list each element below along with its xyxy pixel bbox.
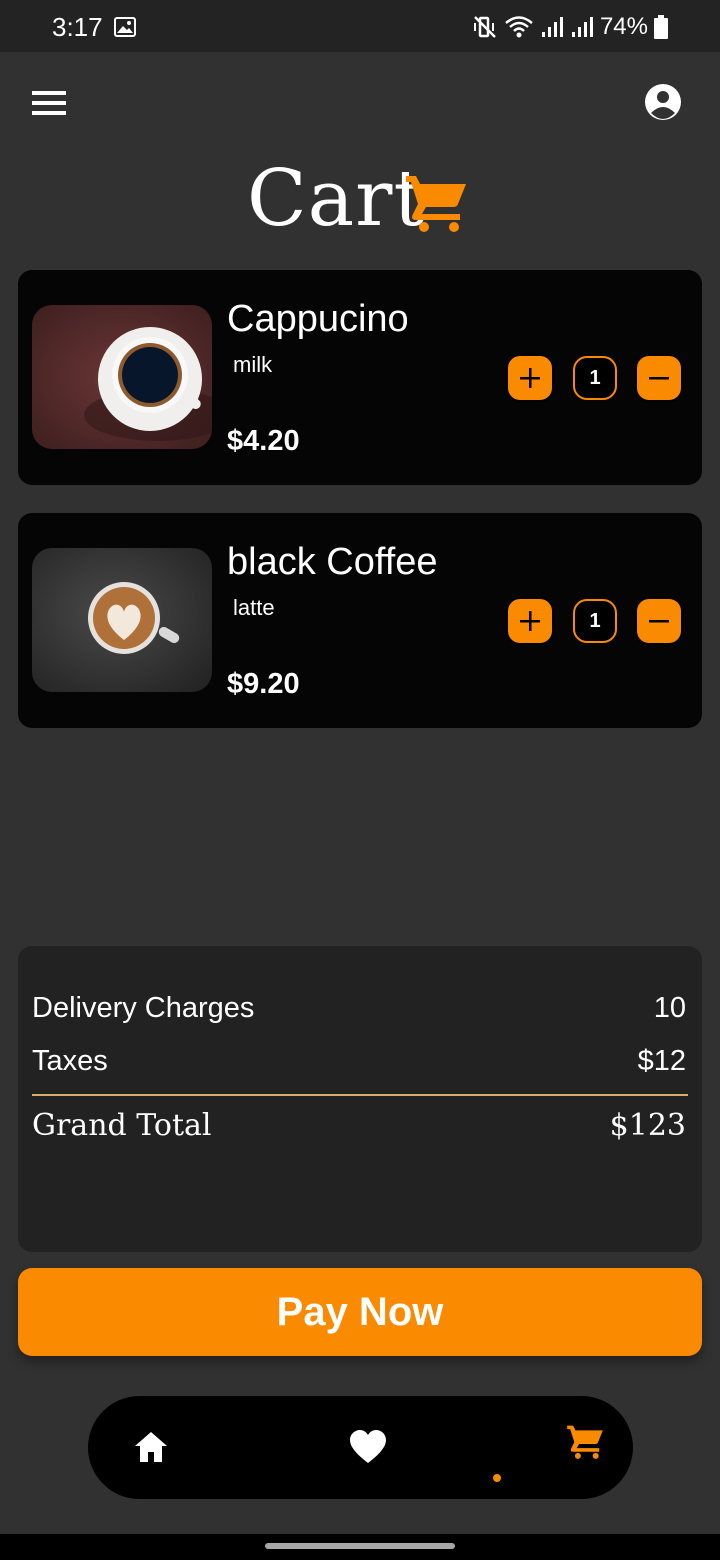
grand-total-row: Grand Total $123 (32, 1108, 686, 1143)
summary-divider (32, 1094, 688, 1096)
item-name: black Coffee (227, 541, 438, 583)
taxes-value: $12 (637, 1045, 686, 1077)
item-name: Cappucino (227, 298, 409, 340)
grand-total-label: Grand Total (32, 1108, 212, 1143)
quantity-value: 1 (573, 356, 617, 400)
quantity-value: 1 (573, 599, 617, 643)
mute-vibrate-icon (473, 16, 496, 38)
grand-total-value: $123 (609, 1108, 686, 1143)
battery-icon (654, 15, 668, 39)
heart-icon (350, 1430, 386, 1463)
delivery-charges-row: Delivery Charges 10 (32, 992, 686, 1025)
nav-favorites[interactable] (343, 1422, 393, 1472)
plus-icon (520, 611, 540, 631)
cart-item: black Coffee latte $9.20 1 (18, 513, 702, 728)
taxes-label: Taxes (32, 1045, 108, 1077)
order-summary: Delivery Charges 10 Taxes $12 Grand Tota… (18, 946, 702, 1252)
wifi-icon (505, 16, 533, 38)
battery-percentage: 74% (599, 13, 648, 40)
item-subtitle: latte (233, 595, 275, 620)
page-title: Cart (247, 154, 426, 244)
decrease-quantity-button[interactable] (635, 597, 683, 645)
signal-icon-2 (571, 17, 593, 37)
image-icon (114, 17, 136, 37)
status-bar: 3:17 74% (0, 0, 720, 52)
coffee-cup-dark-image (32, 305, 212, 449)
active-nav-indicator (493, 1474, 501, 1482)
signal-icon (541, 17, 563, 37)
taxes-row: Taxes $12 (32, 1045, 686, 1078)
cart-icon (567, 1425, 603, 1459)
decrease-quantity-button[interactable] (635, 354, 683, 402)
hamburger-menu-icon[interactable] (32, 90, 66, 116)
bottom-navigation (88, 1396, 633, 1499)
account-circle-icon[interactable] (644, 83, 682, 121)
minus-icon (649, 620, 669, 623)
nav-cart[interactable] (560, 1416, 610, 1466)
item-price: $9.20 (227, 668, 300, 700)
plus-icon (520, 368, 540, 388)
item-subtitle: milk (233, 352, 273, 377)
status-time: 3:17 (52, 12, 103, 42)
home-icon (135, 1432, 167, 1462)
latte-art-image (32, 548, 212, 692)
status-icons: 74% (472, 13, 668, 41)
increase-quantity-button[interactable] (506, 354, 554, 402)
delivery-charges-label: Delivery Charges (32, 992, 255, 1024)
minus-icon (649, 377, 669, 380)
home-indicator[interactable] (265, 1543, 455, 1549)
pay-now-button[interactable]: Pay Now (18, 1268, 702, 1356)
delivery-charges-value: 10 (653, 992, 686, 1024)
increase-quantity-button[interactable] (506, 597, 554, 645)
nav-home[interactable] (126, 1422, 176, 1472)
cart-item: Cappucino milk $4.20 1 (18, 270, 702, 485)
shopping-cart-icon (406, 176, 466, 232)
item-price: $4.20 (227, 425, 300, 457)
